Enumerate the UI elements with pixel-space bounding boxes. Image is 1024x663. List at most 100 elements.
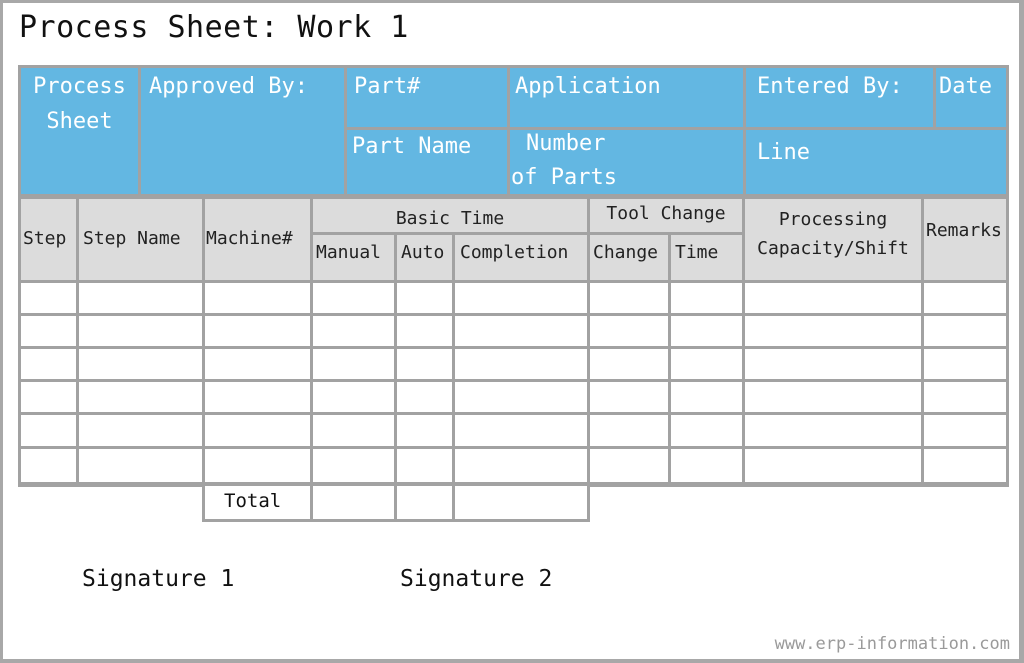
date-field[interactable]: Date bbox=[936, 68, 1006, 127]
col-header-time: Time bbox=[671, 235, 742, 280]
table-cell-change[interactable] bbox=[590, 415, 668, 446]
col-header-remarks: Remarks bbox=[924, 199, 1006, 280]
table-cell-manual[interactable] bbox=[313, 415, 394, 446]
table-cell-manual[interactable] bbox=[313, 283, 394, 313]
col-header-completion: Completion bbox=[455, 235, 587, 280]
table-cell-machine[interactable] bbox=[205, 316, 310, 346]
table-cell-processing-capacity[interactable] bbox=[745, 283, 921, 313]
col-header-auto: Auto bbox=[397, 235, 452, 280]
number-of-parts-field[interactable]: Number of Parts bbox=[510, 130, 743, 194]
table-cell-change[interactable] bbox=[590, 382, 668, 412]
part-name-label: Part Name bbox=[352, 134, 472, 159]
table-cell-change[interactable] bbox=[590, 283, 668, 313]
col-header-processing-line-1: Processing bbox=[778, 209, 888, 230]
table-cell-manual[interactable] bbox=[313, 349, 394, 379]
col-header-processing-line-2: Capacity/Shift bbox=[757, 238, 909, 259]
table-cell-completion[interactable] bbox=[455, 316, 587, 346]
table-cell-machine[interactable] bbox=[205, 382, 310, 412]
table-cell-processing-capacity[interactable] bbox=[745, 415, 921, 446]
table-cell-processing-capacity[interactable] bbox=[745, 449, 921, 482]
approved-by-field[interactable]: Approved By: bbox=[141, 68, 344, 194]
line-label: Line bbox=[757, 140, 810, 165]
process-sheet-line-1: Process bbox=[33, 74, 126, 99]
table-cell-auto[interactable] bbox=[397, 283, 452, 313]
col-header-basic-time-label: Basic Time bbox=[395, 208, 505, 229]
table-cell-step[interactable] bbox=[21, 449, 76, 482]
table-cell-processing-capacity[interactable] bbox=[745, 349, 921, 379]
col-header-completion-label: Completion bbox=[460, 242, 569, 263]
table-cell-total-auto[interactable] bbox=[397, 486, 452, 519]
col-header-change: Change bbox=[590, 235, 668, 280]
table-cell-time[interactable] bbox=[671, 449, 742, 482]
table-cell-step[interactable] bbox=[21, 415, 76, 446]
table-cell-remarks[interactable] bbox=[924, 382, 1006, 412]
table-cell-machine[interactable] bbox=[205, 449, 310, 482]
col-header-auto-label: Auto bbox=[401, 242, 445, 263]
watermark: www.erp-information.com bbox=[774, 634, 1010, 654]
table-cell-change[interactable] bbox=[590, 316, 668, 346]
process-sheet-label: Process Sheet bbox=[21, 68, 138, 194]
table-cell-completion[interactable] bbox=[455, 449, 587, 482]
table-cell-step-name[interactable] bbox=[79, 415, 202, 446]
col-header-step: Step bbox=[21, 199, 76, 280]
table-cell-completion[interactable] bbox=[455, 283, 587, 313]
table-cell-remarks[interactable] bbox=[924, 283, 1006, 313]
signature-2[interactable]: Signature 2 bbox=[400, 566, 552, 592]
table-cell-auto[interactable] bbox=[397, 349, 452, 379]
table-cell-change[interactable] bbox=[590, 349, 668, 379]
table-cell-step-name[interactable] bbox=[79, 316, 202, 346]
table-cell-processing-capacity[interactable] bbox=[745, 382, 921, 412]
table-cell-remarks[interactable] bbox=[924, 349, 1006, 379]
table-cell-machine[interactable] bbox=[205, 283, 310, 313]
table-cell-time[interactable] bbox=[671, 316, 742, 346]
part-name-field[interactable]: Part Name bbox=[347, 130, 507, 194]
total-label: Total bbox=[224, 490, 282, 512]
line-field[interactable]: Line bbox=[746, 130, 1006, 194]
table-cell-step-name[interactable] bbox=[79, 449, 202, 482]
table-cell-time[interactable] bbox=[671, 349, 742, 379]
col-header-manual: Manual bbox=[313, 235, 394, 280]
total-label-cell: Total bbox=[205, 486, 310, 519]
col-header-tool-change-label: Tool Change bbox=[606, 203, 726, 224]
table-cell-manual[interactable] bbox=[313, 449, 394, 482]
table-cell-completion[interactable] bbox=[455, 415, 587, 446]
table-cell-change[interactable] bbox=[590, 449, 668, 482]
table-cell-auto[interactable] bbox=[397, 449, 452, 482]
table-cell-total-manual[interactable] bbox=[313, 486, 394, 519]
table-cell-time[interactable] bbox=[671, 283, 742, 313]
table-cell-time[interactable] bbox=[671, 382, 742, 412]
col-header-step-name: Step Name bbox=[79, 199, 202, 280]
table-cell-total-completion[interactable] bbox=[455, 486, 587, 519]
table-cell-auto[interactable] bbox=[397, 415, 452, 446]
table-cell-machine[interactable] bbox=[205, 349, 310, 379]
table-cell-manual[interactable] bbox=[313, 382, 394, 412]
table-cell-step[interactable] bbox=[21, 316, 76, 346]
table-cell-completion[interactable] bbox=[455, 382, 587, 412]
table-cell-step[interactable] bbox=[21, 349, 76, 379]
table-cell-manual[interactable] bbox=[313, 316, 394, 346]
table-cell-step[interactable] bbox=[21, 283, 76, 313]
col-header-machine: Machine# bbox=[205, 199, 310, 280]
table-cell-step-name[interactable] bbox=[79, 283, 202, 313]
col-header-step-label: Step bbox=[23, 228, 67, 249]
part-number-field[interactable]: Part# bbox=[347, 68, 507, 127]
number-of-parts-line-1: Number bbox=[526, 131, 606, 156]
date-label: Date bbox=[939, 74, 992, 99]
table-cell-time[interactable] bbox=[671, 415, 742, 446]
table-cell-step-name[interactable] bbox=[79, 349, 202, 379]
table-cell-remarks[interactable] bbox=[924, 316, 1006, 346]
application-field[interactable]: Application bbox=[510, 68, 743, 127]
table-cell-remarks[interactable] bbox=[924, 415, 1006, 446]
table-cell-processing-capacity[interactable] bbox=[745, 316, 921, 346]
col-header-processing-capacity: Processing Capacity/Shift bbox=[745, 199, 921, 280]
table-cell-step[interactable] bbox=[21, 382, 76, 412]
table-cell-step-name[interactable] bbox=[79, 382, 202, 412]
signature-1[interactable]: Signature 1 bbox=[82, 566, 234, 592]
table-cell-auto[interactable] bbox=[397, 382, 452, 412]
entered-by-field[interactable]: Entered By: bbox=[746, 68, 933, 127]
table-cell-remarks[interactable] bbox=[924, 449, 1006, 482]
table-cell-machine[interactable] bbox=[205, 415, 310, 446]
table-cell-auto[interactable] bbox=[397, 316, 452, 346]
table-cell-completion[interactable] bbox=[455, 349, 587, 379]
page-title: Process Sheet: Work 1 bbox=[19, 10, 409, 45]
